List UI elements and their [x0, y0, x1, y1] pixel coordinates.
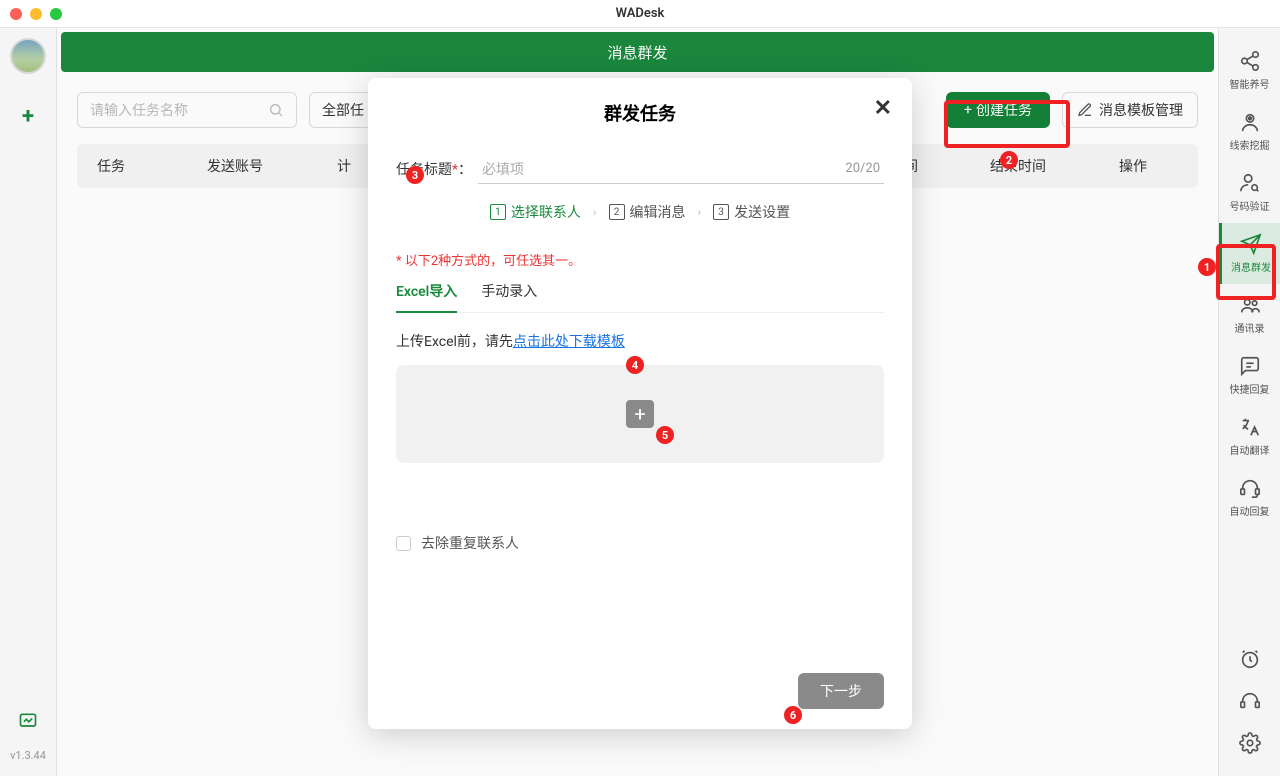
bulk-task-modal: ✕ 群发任务 任务标题*： 必填项 20/20 1选择联系人 › 2编辑消息 ›… [368, 78, 912, 729]
dedupe-label: 去除重复联系人 [421, 533, 519, 553]
window-controls [10, 8, 62, 20]
task-title-input[interactable]: 必填项 20/20 [478, 154, 884, 184]
annotation-badge-1: 1 [1198, 258, 1216, 276]
step-select-contacts[interactable]: 1选择联系人 [490, 202, 581, 222]
task-title-placeholder: 必填项 [482, 159, 524, 179]
step-send-settings[interactable]: 3发送设置 [713, 202, 790, 222]
chevron-right-icon: › [593, 205, 597, 219]
import-tabs: Excel导入 手动录入 [396, 281, 884, 313]
upload-hint: 上传Excel前，请先点击此处下载模板 [396, 331, 884, 351]
window-title: WADesk [616, 6, 665, 21]
annotation-badge-3: 3 [406, 166, 424, 184]
task-title-field: 任务标题*： 必填项 20/20 [396, 154, 884, 184]
tab-excel-import[interactable]: Excel导入 [396, 281, 457, 313]
modal-footer: 下一步 [396, 673, 884, 709]
annotation-badge-5: 5 [656, 426, 674, 444]
method-note: * 以下2种方式的，可任选其一。 [396, 250, 884, 269]
minimize-window-icon[interactable] [30, 8, 42, 20]
task-title-counter: 20/20 [845, 161, 880, 176]
step-edit-message[interactable]: 2编辑消息 [609, 202, 686, 222]
dedupe-checkbox[interactable] [396, 536, 411, 551]
download-template-link[interactable]: 点击此处下载模板 [513, 334, 625, 350]
titlebar: WADesk [0, 0, 1280, 28]
close-icon[interactable]: ✕ [874, 96, 892, 121]
wizard-steps: 1选择联系人 › 2编辑消息 › 3发送设置 [396, 202, 884, 222]
annotation-badge-2: 2 [1000, 151, 1018, 169]
upload-plus-icon[interactable]: + [626, 400, 654, 428]
tab-manual-input[interactable]: 手动录入 [481, 281, 537, 312]
chevron-right-icon: › [698, 205, 702, 219]
annotation-badge-4: 4 [626, 356, 644, 374]
dedupe-row[interactable]: 去除重复联系人 [396, 533, 884, 553]
maximize-window-icon[interactable] [50, 8, 62, 20]
upload-dropzone[interactable]: + [396, 365, 884, 463]
close-window-icon[interactable] [10, 8, 22, 20]
annotation-badge-6: 6 [784, 706, 802, 724]
next-button[interactable]: 下一步 [798, 673, 884, 709]
modal-title: 群发任务 [396, 100, 884, 126]
modal-backdrop: ✕ 群发任务 任务标题*： 必填项 20/20 1选择联系人 › 2编辑消息 ›… [0, 28, 1280, 776]
